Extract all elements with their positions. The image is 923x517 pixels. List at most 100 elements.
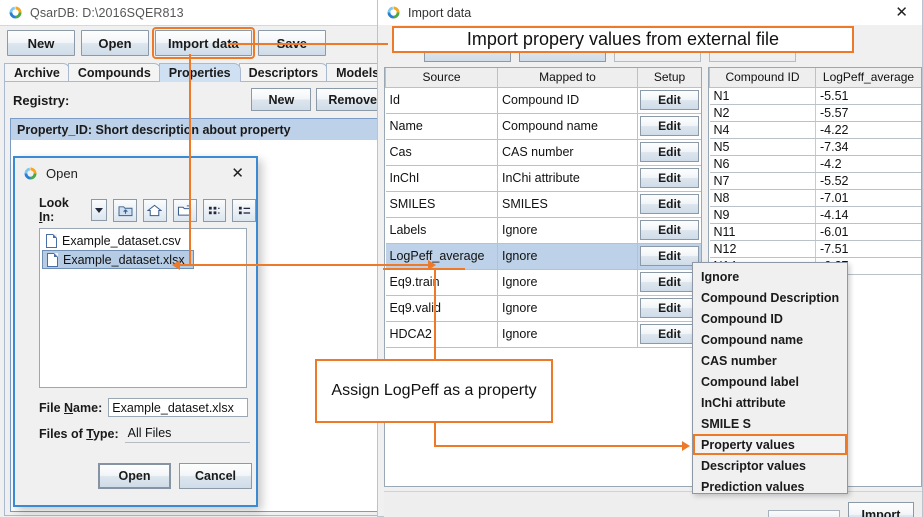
open-button[interactable]: Open (81, 30, 149, 56)
files-of-type-select[interactable]: All Files (124, 424, 250, 443)
edit-button[interactable]: Edit (640, 194, 699, 214)
look-in-label: Look In: (39, 196, 69, 224)
cell-value: -7.01 (815, 189, 921, 207)
edit-button[interactable]: Edit (640, 246, 699, 266)
tab-archive-label: Archive (14, 66, 60, 80)
mapping-table[interactable]: Source Mapped to Setup Id Compound ID Ed… (384, 67, 702, 487)
new-button[interactable]: New (7, 30, 75, 56)
registry-new-button[interactable]: New (251, 88, 312, 111)
edit-button[interactable]: Edit (640, 168, 699, 188)
column-header-compound-id: Compound ID (709, 68, 816, 88)
cell-mapped-to[interactable]: CAS number (497, 139, 638, 166)
details-view-icon[interactable] (202, 198, 227, 222)
edit-button[interactable]: Edit (640, 116, 699, 136)
tab-properties[interactable]: Properties (158, 63, 241, 82)
tab-compounds[interactable]: Compounds (67, 63, 161, 82)
table-row[interactable]: Eq9.train Ignore Edit (385, 269, 701, 296)
table-row: N1 -5.51 (709, 87, 921, 105)
edit-button[interactable]: Edit (640, 142, 699, 162)
list-view-icon[interactable] (232, 198, 257, 222)
menu-item-descriptor-values[interactable]: Descriptor values (693, 455, 847, 476)
open-confirm-button[interactable]: Open (98, 463, 171, 489)
qsardb-swirl-icon (23, 166, 38, 181)
cell-mapped-to[interactable]: Ignore (497, 217, 638, 244)
cell-mapped-to[interactable]: Ignore (497, 243, 638, 270)
table-row[interactable]: Name Compound name Edit (385, 113, 701, 140)
cell-value: -4.22 (815, 121, 921, 139)
column-header-mapped-to: Mapped to (497, 68, 638, 88)
footer-button-blank[interactable] (768, 510, 840, 517)
tab-descriptors[interactable]: Descriptors (238, 63, 329, 82)
menu-item-compound-label[interactable]: Compound label (693, 371, 847, 392)
list-item[interactable]: Example_dataset.csv (42, 231, 194, 250)
edit-button[interactable]: Edit (640, 298, 699, 318)
document-icon (47, 252, 58, 267)
file-name-label: File Name: (39, 400, 103, 415)
menu-item-ignore[interactable]: Ignore (693, 266, 847, 287)
table-row: N6 -4.2 (709, 155, 921, 173)
main-window-title: QsarDB: D:\2016SQER813 (30, 5, 184, 20)
annotation-line-file-to-table (180, 264, 430, 266)
table-row[interactable]: Id Compound ID Edit (385, 87, 701, 114)
cell-mapped-to[interactable]: InChi attribute (497, 165, 638, 192)
cell-source: SMILES (385, 191, 498, 218)
import-footer-buttons: Import (768, 500, 914, 517)
cell-mapped-to[interactable]: Ignore (497, 321, 638, 348)
menu-item-inchi-attribute[interactable]: InChi attribute (693, 392, 847, 413)
new-folder-icon[interactable] (172, 198, 197, 222)
tab-models-label: Models (336, 66, 380, 80)
home-icon[interactable] (142, 198, 167, 222)
table-row[interactable]: Eq9.valid Ignore Edit (385, 295, 701, 322)
cell-mapped-to[interactable]: Compound name (497, 113, 638, 140)
menu-item-compound-description[interactable]: Compound Description (693, 287, 847, 308)
cell-source: Id (385, 87, 498, 114)
mapped-to-dropdown-menu[interactable]: Ignore Compound Description Compound ID … (692, 262, 848, 494)
document-icon (46, 233, 57, 248)
main-tabstrip: Archive Compounds Properties Descriptors… (4, 62, 390, 82)
cell-compound-id: N1 (709, 87, 816, 105)
look-in-dropdown[interactable] (91, 199, 108, 221)
menu-item-smiles[interactable]: SMILE S (693, 413, 847, 434)
new-button-label: New (27, 35, 55, 51)
menu-item-cas-number[interactable]: CAS number (693, 350, 847, 371)
close-icon[interactable]: ✕ (889, 5, 914, 20)
cell-compound-id: N4 (709, 121, 816, 139)
cell-source: HDCA2 (385, 321, 498, 348)
edit-button[interactable]: Edit (640, 324, 699, 344)
menu-item-property-values[interactable]: Property values (693, 434, 847, 455)
table-row: N5 -7.34 (709, 138, 921, 156)
cancel-button-label: Cancel (195, 469, 236, 483)
close-icon[interactable]: ✕ (225, 166, 250, 181)
up-folder-icon[interactable] (113, 198, 137, 222)
annotation-callout-import: Import propery values from external file (392, 26, 854, 53)
edit-button[interactable]: Edit (640, 220, 699, 240)
import-window-title: Import data (408, 5, 472, 20)
cancel-button[interactable]: Cancel (179, 463, 252, 489)
import-confirm-button[interactable]: Import (848, 502, 914, 517)
table-row[interactable]: InChI InChi attribute Edit (385, 165, 701, 192)
cell-value: -5.52 (815, 172, 921, 190)
file-list[interactable]: Example_dataset.csv Example_dataset.xlsx (39, 228, 247, 388)
table-row[interactable]: HDCA2 Ignore Edit (385, 321, 701, 348)
cell-source: Cas (385, 139, 498, 166)
files-of-type-label: Files of Type: (39, 426, 119, 441)
file-name-input[interactable]: Example_dataset.xlsx (108, 398, 249, 417)
menu-item-compound-name[interactable]: Compound name (693, 329, 847, 350)
open-dialog-title: Open (46, 165, 78, 181)
cell-mapped-to[interactable]: Ignore (497, 269, 638, 296)
menu-item-prediction-values[interactable]: Prediction values (693, 476, 847, 497)
property-list-item[interactable]: Property_ID: Short description about pro… (11, 119, 385, 140)
cell-mapped-to[interactable]: Ignore (497, 295, 638, 322)
edit-button[interactable]: Edit (640, 272, 699, 292)
tab-compounds-label: Compounds (77, 66, 151, 80)
edit-button[interactable]: Edit (640, 90, 699, 110)
tab-archive[interactable]: Archive (4, 63, 70, 82)
file-name-row: File Name: Example_dataset.xlsx (39, 398, 249, 417)
menu-item-compound-id[interactable]: Compound ID (693, 308, 847, 329)
annotation-line-logpeff-down (434, 268, 436, 360)
table-row[interactable]: Cas CAS number Edit (385, 139, 701, 166)
table-row[interactable]: Labels Ignore Edit (385, 217, 701, 244)
table-row[interactable]: SMILES SMILES Edit (385, 191, 701, 218)
cell-mapped-to[interactable]: Compound ID (497, 87, 638, 114)
cell-mapped-to[interactable]: SMILES (497, 191, 638, 218)
